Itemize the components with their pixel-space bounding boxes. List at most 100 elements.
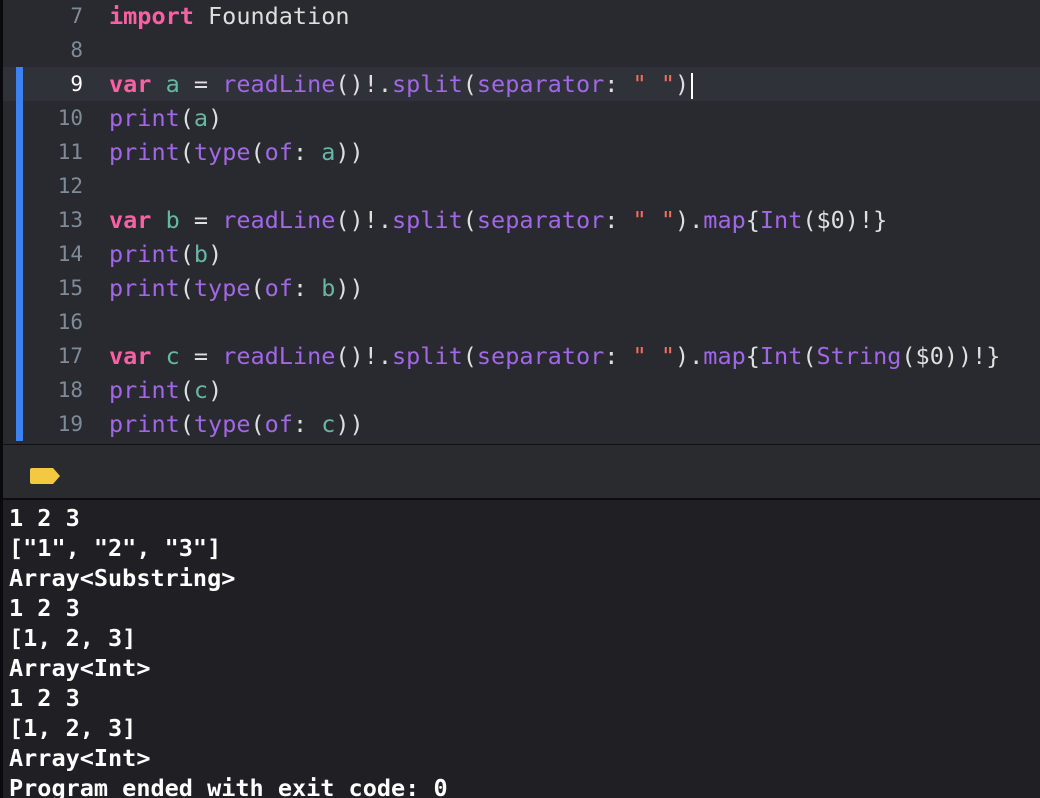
code-token: : [604,342,633,370]
code-token: of [264,274,293,302]
code-token: ($0))!} [901,342,1001,370]
code-text: var c = readLine()!.split(separator: " "… [109,339,1000,373]
code-line[interactable]: 10 print(a) [3,101,1040,135]
code-token: split [392,342,463,370]
code-token: : [292,410,322,438]
code-token: ()!. [335,342,392,370]
code-token: { [745,206,760,234]
line-number: 10 [57,106,83,130]
code-token: Int [759,206,803,234]
code-token: map [703,342,746,370]
code-token: ( [179,138,194,166]
console-output[interactable]: 1 2 3 ["1", "2", "3"] Array<Substring> 1 2 … [0,500,1040,798]
code-text: print(b) [109,237,222,271]
code-token: ( [179,274,194,302]
code-line[interactable]: 11 print(type(of: a)) [3,135,1040,169]
code-token: ). [675,342,704,370]
code-token: ()!. [335,70,392,98]
code-token: of [264,138,293,166]
code-text: var a = readLine()!.split(separator: " "… [109,67,694,101]
debug-bar [0,444,1040,500]
line-number: 12 [57,174,83,198]
code-token: = [179,342,223,370]
console-line: Array<Substring> [9,564,236,592]
code-text: print(a) [109,101,222,135]
code-token: c [321,410,336,438]
code-token: ( [179,240,194,268]
code-line[interactable]: 15 print(type(of: b)) [3,271,1040,305]
code-text: print(type(of: b)) [109,271,364,305]
console-line: Array<Int> [9,744,151,772]
code-token: " " [632,70,675,98]
code-token: Foundation [193,2,350,30]
code-editor[interactable]: 7 import Foundation 8 9 var a = readLine()!.… [0,0,1040,444]
code-token: split [392,206,463,234]
line-number: 13 [57,208,83,232]
code-token: c [165,342,180,370]
code-token: ()!. [335,206,392,234]
code-line[interactable]: 13 var b = readLine()!.split(separator: "… [3,203,1040,237]
code-line[interactable]: 14 print(b) [3,237,1040,271]
code-token: separator [476,206,605,234]
code-line[interactable]: 17 var c = readLine()!.split(separator: "… [3,339,1040,373]
code-token: = [179,206,223,234]
code-token: { [745,342,760,370]
line-number: 7 [70,4,83,28]
code-line[interactable]: 16 [3,305,1040,339]
code-token: b [165,206,180,234]
code-token: ( [802,342,817,370]
code-token: c [193,376,209,404]
code-token: Int [759,342,803,370]
code-token: = [179,70,223,98]
code-token: separator [476,70,605,98]
code-token: split [392,70,463,98]
change-indicator-bar [16,67,23,441]
code-token: separator [476,342,605,370]
code-token: : [292,274,322,302]
code-token: ) [208,104,223,132]
code-token: ) [208,376,223,404]
code-token: ( [179,104,194,132]
breakpoint-tag-icon[interactable] [29,467,61,485]
code-token: import [109,2,194,30]
code-token: print [109,410,180,438]
code-token: var [109,342,152,370]
code-token: String [816,342,902,370]
code-token: ( [179,410,194,438]
code-token: ). [675,206,704,234]
code-token: a [165,70,180,98]
code-text: print(type(of: a)) [109,135,364,169]
code-token: ( [462,206,477,234]
code-token: b [193,240,209,268]
code-token: var [109,206,152,234]
code-token: print [109,104,180,132]
line-number: 8 [70,38,83,62]
code-line[interactable]: 12 [3,169,1040,203]
code-line[interactable]: 7 import Foundation [3,0,1040,33]
line-number: 18 [57,378,83,402]
code-line[interactable]: 9 var a = readLine()!.split(separator: " … [3,67,1040,101]
code-line[interactable]: 8 [3,33,1040,67]
code-token: type [193,138,251,166]
code-token: ( [250,410,265,438]
line-number: 11 [57,140,83,164]
code-token: print [109,274,180,302]
code-token: type [193,274,251,302]
code-token: map [703,206,746,234]
code-token: print [109,240,180,268]
code-text: print(type(of: c)) [109,407,364,441]
code-token: )) [335,274,364,302]
code-text: print(c) [109,373,222,407]
code-token: a [321,138,336,166]
code-token: ( [462,70,477,98]
line-number: 14 [57,242,83,266]
code-line[interactable]: 18 print(c) [3,373,1040,407]
code-token: ) [675,70,690,98]
code-token: ) [208,240,223,268]
code-line[interactable]: 19 print(type(of: c)) [3,407,1040,441]
code-token: : [292,138,322,166]
code-token: ( [462,342,477,370]
